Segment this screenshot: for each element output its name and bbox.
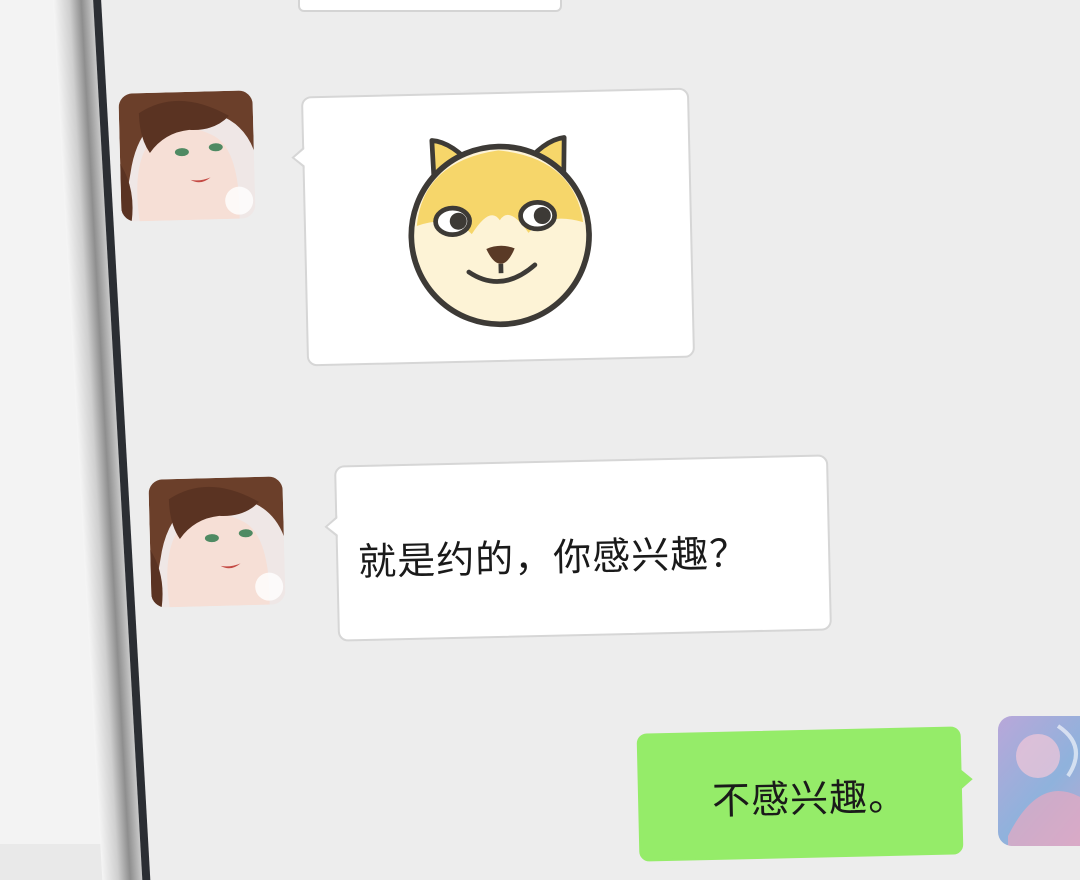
message-text: 就是约的，你感兴趣？ bbox=[357, 531, 749, 585]
contact-avatar[interactable] bbox=[118, 90, 256, 222]
contact-avatar[interactable] bbox=[148, 476, 286, 608]
previous-message-bubble[interactable] bbox=[298, 0, 562, 12]
sticker-message-bubble[interactable] bbox=[300, 87, 696, 367]
my-avatar[interactable] bbox=[998, 716, 1080, 846]
chat-screen: 就是约的，你感兴趣？ 不感兴趣。 bbox=[0, 0, 1080, 880]
text-message-bubble[interactable]: 就是约的，你感兴趣？ bbox=[334, 454, 832, 642]
outgoing-message-bubble[interactable]: 不感兴趣。 bbox=[636, 726, 964, 862]
message-text: 不感兴趣。 bbox=[711, 774, 908, 823]
doge-face-sticker-icon bbox=[408, 135, 592, 328]
